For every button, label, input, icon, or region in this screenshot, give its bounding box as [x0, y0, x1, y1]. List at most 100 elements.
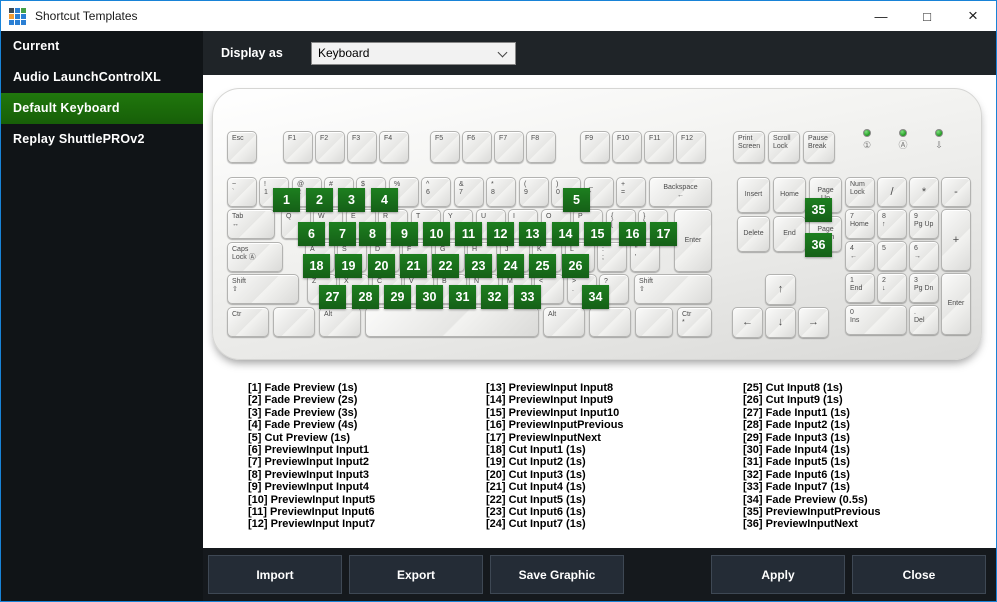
shortcut-entry: [14] PreviewInput Input9 [486, 394, 614, 407]
window-body: Current Audio LaunchControlXL Default Keyb… [1, 31, 996, 601]
key-f5: F5 [430, 131, 460, 163]
shortcut-entry: [8] PreviewInput Input3 [248, 468, 370, 481]
export-button[interactable]: Export [349, 555, 483, 594]
shortcut-badge-30: 30 [416, 285, 443, 309]
shortcut-badge-25: 25 [529, 254, 556, 278]
titlebar: Shortcut Templates — □ × [1, 1, 996, 31]
key-blank [635, 307, 673, 337]
key-enter: Enter [674, 209, 712, 272]
scroll-lock-led-icon: ⇩ [929, 129, 949, 150]
shortcut-entry: [33] Fade Input7 (1s) [743, 481, 850, 494]
key-blank: :; [597, 242, 627, 272]
key-blank: + [941, 209, 971, 271]
key-delete: Delete [737, 216, 770, 252]
shortcut-templates-window: Shortcut Templates — □ × Current Audio La… [0, 0, 997, 602]
display-as-label: Display as [221, 46, 283, 60]
key-blank: → [798, 307, 829, 338]
shortcut-badge-28: 28 [352, 285, 379, 309]
import-button[interactable]: Import [208, 555, 342, 594]
shortcut-entry: [18] Cut Input1 (1s) [486, 444, 586, 457]
shortcut-entry: [26] Cut Input9 (1s) [743, 394, 843, 407]
save-graphic-button[interactable]: Save Graphic [490, 555, 624, 594]
key-f12: F12 [676, 131, 706, 163]
sidebar-item-default-keyboard[interactable]: Default Keyboard [1, 93, 203, 124]
shortcut-badge-19: 19 [335, 254, 362, 278]
display-as-dropdown[interactable]: Keyboard [311, 41, 516, 65]
key-print: Print Screen [733, 131, 765, 163]
shortcut-entry: [15] PreviewInput Input10 [486, 406, 620, 419]
key-scroll: Scroll Lock [768, 131, 800, 163]
key-blank: ^ 6 [421, 177, 451, 207]
key-blank: ↑ [765, 274, 796, 305]
minimize-button[interactable]: — [858, 1, 904, 31]
key-blank: / [877, 177, 907, 207]
sidebar-item-current[interactable]: Current [1, 31, 203, 62]
key-alt: Alt [543, 307, 585, 337]
shortcut-entry: [22] Cut Input5 (1s) [486, 493, 586, 506]
sidebar-item-replay-shuttleprov2[interactable]: Replay ShuttlePROv2 [1, 124, 203, 155]
key-f11: F11 [644, 131, 674, 163]
main-panel: Display as Keyboard Esc F1 F2 F3 F4 F5 F6 F7 F8 F… [203, 31, 996, 601]
shortcut-entry: [21] Cut Input4 (1s) [486, 481, 586, 494]
shortcut-column-1: [1] Fade Preview (1s) [2] Fade Preview (2… [248, 382, 375, 531]
shortcut-entry: [4] Fade Preview (4s) [248, 419, 358, 432]
shortcut-badge-8: 8 [359, 222, 386, 246]
maximize-button[interactable]: □ [904, 1, 950, 31]
shortcut-entry: [19] Cut Input2 (1s) [486, 456, 586, 469]
shortcut-badge-6: 6 [298, 222, 325, 246]
shortcut-entry: [2] Fade Preview (2s) [248, 394, 358, 407]
shortcut-column-2: [13] PreviewInput Input8 [14] PreviewInpu… [486, 382, 624, 531]
shortcut-entry: [28] Fade Input2 (1s) [743, 419, 850, 432]
close-button[interactable]: × [950, 1, 996, 31]
key-enter: Enter [941, 273, 971, 335]
shortcut-entry: [1] Fade Preview (1s) [248, 382, 358, 394]
shortcut-entry: [31] Fade Input5 (1s) [743, 456, 850, 469]
chevron-down-icon [497, 47, 508, 57]
shortcut-entry: [13] PreviewInput Input8 [486, 382, 614, 394]
key-blank: + = [616, 177, 646, 207]
key-7: 7 Home [845, 209, 875, 239]
key-blank: . Del [909, 305, 939, 335]
shortcut-badge-7: 7 [329, 222, 356, 246]
key-f3: F3 [347, 131, 377, 163]
num-lock-led-icon: ① [857, 129, 877, 150]
window-title: Shortcut Templates [35, 9, 138, 23]
shortcut-badge-27: 27 [319, 285, 346, 309]
key-end: End [773, 216, 806, 252]
shortcut-badge-9: 9 [391, 222, 418, 246]
key-num: Num Lock [845, 177, 875, 207]
shortcut-badge-17: 17 [650, 222, 677, 246]
key-f4: F4 [379, 131, 409, 163]
key-2: 2 ↓ [877, 273, 907, 303]
shortcut-badge-13: 13 [519, 222, 546, 246]
shortcut-entry: [12] PreviewInput Input7 [248, 518, 376, 531]
shortcut-entry: [25] Cut Input8 (1s) [743, 382, 843, 394]
shortcut-entry: [27] Fade Input1 (1s) [743, 406, 850, 419]
key-blank [273, 307, 315, 337]
shortcut-entry: [10] PreviewInput Input5 [248, 493, 376, 506]
shortcut-badge-31: 31 [449, 285, 476, 309]
key-backspace: Backspace ← [649, 177, 712, 207]
key-blank: " ' [630, 242, 660, 272]
topbar: Display as Keyboard [203, 31, 996, 75]
shortcut-badge-3: 3 [338, 188, 365, 212]
key-ctr: Ctr [227, 307, 269, 337]
key-tab: Tab ↔ [227, 209, 275, 239]
display-as-value: Keyboard [318, 46, 370, 60]
shortcut-badge-24: 24 [497, 254, 524, 278]
key-blank: * 8 [486, 177, 516, 207]
shortcut-badge-14: 14 [552, 222, 579, 246]
key-f2: F2 [315, 131, 345, 163]
shortcut-entry: [29] Fade Input3 (1s) [743, 431, 850, 444]
footer: Import Export Save Graphic Apply Close [203, 548, 996, 601]
sidebar-item-audio-launchcontrolxl[interactable]: Audio LaunchControlXL [1, 62, 203, 93]
key-shift: Shift ⇧ [227, 274, 299, 304]
key-f6: F6 [462, 131, 492, 163]
key-f9: F9 [580, 131, 610, 163]
shortcut-badge-32: 32 [481, 285, 508, 309]
close-button[interactable]: Close [852, 555, 986, 594]
key-esc: Esc [227, 131, 257, 163]
key-blank: * [909, 177, 939, 207]
apply-button[interactable]: Apply [711, 555, 845, 594]
key-ctr: Ctr * [677, 307, 712, 337]
